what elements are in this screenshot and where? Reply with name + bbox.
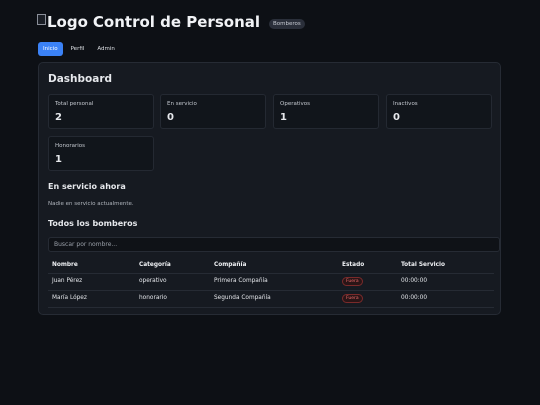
broken-image-icon <box>37 13 46 25</box>
stat-card-total: Total personal 2 <box>48 94 154 129</box>
cell-name: Juan Pérez <box>52 278 83 284</box>
tab-admin[interactable]: Admin <box>92 42 120 56</box>
stat-value: 0 <box>167 112 174 123</box>
app-header: Logo Control de Personal Bomberos <box>37 13 305 31</box>
stat-label: Total personal <box>55 101 94 107</box>
cell-name: María López <box>52 295 87 301</box>
table-row: María López honorario Segunda Compañía F… <box>48 291 494 308</box>
main-nav: Inicio Perfil Admin <box>38 42 120 56</box>
table-row: Juan Pérez operativo Primera Compañía Fu… <box>48 274 494 291</box>
dashboard-panel: Dashboard Total personal 2 En servicio 0… <box>38 62 501 315</box>
column-header-estado: Estado <box>342 262 365 268</box>
dashboard-title: Dashboard <box>48 73 113 85</box>
status-badge: Fuera <box>342 294 363 303</box>
cell-total-service: 00:00:00 <box>401 278 428 284</box>
stat-value: 1 <box>280 112 287 123</box>
stat-card-operativos: Operativos 1 <box>273 94 379 129</box>
status-badge: Fuera <box>342 277 363 286</box>
on-duty-title: En servicio ahora <box>48 182 126 191</box>
logo: Logo <box>37 13 88 31</box>
role-badge: Bomberos <box>269 18 305 29</box>
tab-perfil[interactable]: Perfil <box>66 42 90 56</box>
stat-label: Inactivos <box>393 101 418 107</box>
stat-card-en-servicio: En servicio 0 <box>160 94 266 129</box>
stat-value: 0 <box>393 112 400 123</box>
page-title: Control de Personal <box>92 13 261 31</box>
search-input[interactable]: Buscar por nombre... <box>48 237 500 252</box>
stat-label: Operativos <box>280 101 311 107</box>
stat-label: Honorarios <box>55 143 86 149</box>
column-header-categoria: Categoría <box>139 262 171 268</box>
stat-value: 2 <box>55 112 62 123</box>
on-duty-empty-text: Nadie en servicio actualmente. <box>48 201 134 207</box>
column-header-compania: Compañía <box>214 262 247 268</box>
cell-total-service: 00:00:00 <box>401 295 428 301</box>
logo-alt-text: Logo <box>47 13 88 31</box>
stat-card-inactivos: Inactivos 0 <box>386 94 492 129</box>
tab-inicio[interactable]: Inicio <box>38 42 63 56</box>
cell-company: Segunda Compañía <box>214 295 271 301</box>
cell-category: honorario <box>139 295 167 301</box>
cell-category: operativo <box>139 278 167 284</box>
all-firefighters-title: Todos los bomberos <box>48 219 138 228</box>
stat-card-honorarios: Honorarios 1 <box>48 136 154 171</box>
stat-label: En servicio <box>167 101 197 107</box>
column-header-nombre: Nombre <box>52 262 78 268</box>
table-header-row: Nombre Categoría Compañía Estado Total S… <box>48 258 494 274</box>
firefighters-table: Nombre Categoría Compañía Estado Total S… <box>48 258 494 308</box>
stat-value: 1 <box>55 154 62 165</box>
cell-company: Primera Compañía <box>214 278 268 284</box>
column-header-total-servicio: Total Servicio <box>401 262 445 268</box>
